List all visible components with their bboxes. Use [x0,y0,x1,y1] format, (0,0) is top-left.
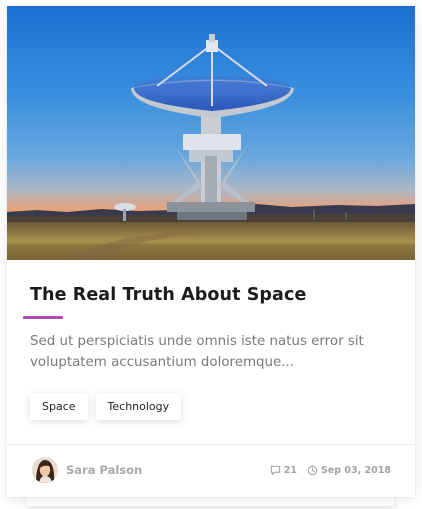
comment-count[interactable]: 21 [284,465,297,476]
post-meta: 21 Sep 03, 2018 [270,465,391,476]
post-date: Sep 03, 2018 [321,465,391,476]
post-card: The Real Truth About Space Sed ut perspi… [7,6,415,497]
post-image[interactable] [7,6,415,260]
title-underline [23,316,63,319]
post-title[interactable]: The Real Truth About Space [30,285,306,305]
page: The Real Truth About Space Sed ut perspi… [0,0,422,509]
tag-technology[interactable]: Technology [95,393,182,420]
comment-icon [270,465,281,476]
post-footer: Sara Palson 21 Sep 03, 2018 [7,445,415,497]
author-name[interactable]: Sara Palson [66,463,142,477]
tag-space[interactable]: Space [30,393,88,420]
tag-list: Space Technology [30,393,182,420]
avatar[interactable] [32,457,58,483]
post-excerpt: Sed ut perspiciatis unde omnis iste natu… [30,334,364,370]
clock-icon [307,465,318,476]
